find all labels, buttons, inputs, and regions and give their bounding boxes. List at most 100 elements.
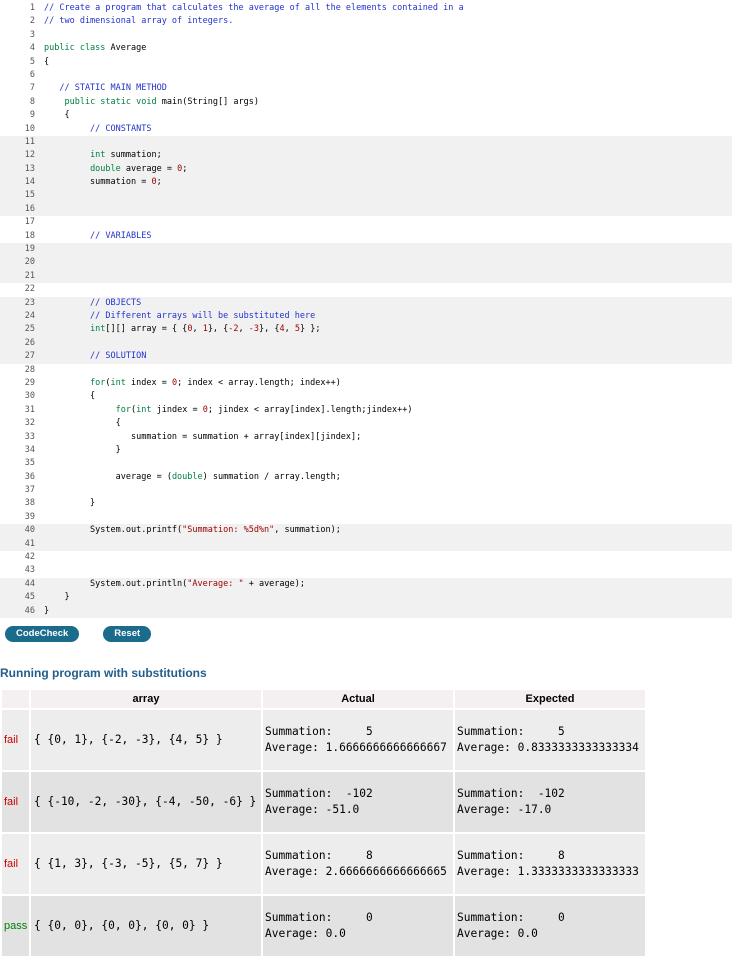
editable-code-line[interactable]: 45 } (0, 591, 732, 605)
array-value: { {-10, -2, -30}, {-4, -50, -6} } (31, 771, 261, 832)
code-line: 42 (0, 551, 732, 564)
code-text: // Different arrays will be substituted … (44, 310, 316, 321)
code-text: average = (double) summation / array.len… (44, 471, 341, 482)
line-number: 19 (24, 244, 35, 255)
code-text: { (44, 56, 50, 67)
code-line: 1 // Create a program that calculates the… (0, 2, 732, 15)
code-line: 18 // VARIABLES (0, 230, 732, 243)
column-header-expected: Expected (455, 689, 645, 708)
codecheck-page: 1 // Create a program that calculates the… (0, 0, 732, 958)
code-line: 9 { (0, 109, 732, 122)
code-line: 22 (0, 283, 732, 296)
code-line: 43 (0, 564, 732, 577)
line-number: 39 (24, 511, 35, 522)
line-number: 27 (24, 351, 35, 362)
code-text: } (44, 444, 121, 455)
line-number: 29 (24, 377, 35, 388)
code-line: 17 (0, 216, 732, 229)
line-number: 6 (29, 69, 35, 80)
line-number: 40 (24, 525, 35, 536)
column-header-status (2, 689, 29, 708)
line-number: 16 (24, 203, 35, 214)
code-text: // Create a program that calculates the … (44, 3, 464, 13)
output-line: Average: 0.0 (457, 926, 538, 940)
editable-code-line[interactable]: 20 (0, 256, 732, 270)
line-number: 24 (24, 310, 35, 321)
code-text: double average = 0; (90, 163, 188, 174)
reset-button[interactable]: Reset (103, 625, 152, 642)
editable-code-line[interactable]: 16 (0, 202, 732, 217)
editable-code-line[interactable]: 26 (0, 336, 732, 351)
codecheck-button[interactable]: CodeCheck (5, 625, 80, 642)
line-number: 23 (24, 297, 35, 308)
code-line: 6 (0, 69, 732, 82)
array-value: { {0, 1}, {-2, -3}, {4, 5} } (31, 709, 261, 770)
code-line: 29 for(int index = 0; index < array.leng… (0, 377, 732, 390)
results-table-head: array Actual Expected (2, 689, 645, 708)
code-line: 34 } (0, 444, 732, 457)
editable-code-line[interactable]: 12 int summation; (0, 149, 732, 163)
editable-code-line[interactable]: 19 (0, 243, 732, 257)
editable-code-line[interactable]: 27 // SOLUTION (0, 350, 732, 364)
editable-code-line[interactable]: 44 System.out.println("Average: " + aver… (0, 577, 732, 592)
line-number: 26 (24, 337, 35, 348)
code-text: public static void main(String[] args) (64, 96, 259, 107)
code-line: 5{ (0, 56, 732, 69)
line-number: 15 (24, 190, 35, 201)
line-number: 21 (24, 270, 35, 281)
expected-output: Summation: -102 Average: -17.0 (455, 771, 645, 832)
status-badge: fail (2, 709, 29, 770)
status-badge: fail (2, 833, 29, 894)
code-editor: 1 // Create a program that calculates the… (0, 0, 732, 618)
output-line: Average: 2.6666666666666665 (265, 864, 447, 878)
code-text: } (44, 605, 50, 616)
editable-code-line[interactable]: 41 (0, 537, 732, 552)
line-number: 37 (24, 485, 35, 496)
actual-output: Summation: -102 Average: -51.0 (263, 771, 453, 832)
line-number: 7 (29, 83, 35, 94)
editable-code-line[interactable]: 15 (0, 189, 732, 203)
code-text: int[][] array = { {0, 1}, {-2, -3}, {4, … (90, 324, 321, 335)
editable-code-line[interactable]: 25 int[][] array = { {0, 1}, {-2, -3}, {… (0, 323, 732, 337)
line-number: 34 (24, 444, 35, 455)
status-badge: pass (2, 895, 29, 956)
code-text: // OBJECTS (44, 297, 142, 308)
code-line: 31 for(int jindex = 0; jindex < array[in… (0, 404, 732, 417)
line-number: 46 (24, 605, 35, 616)
editable-code-line[interactable]: 21 (0, 269, 732, 284)
editable-code-line[interactable]: 14 summation = 0; (0, 176, 732, 190)
results-table: array Actual Expected fail{ {0, 1}, {-2, -… (0, 688, 647, 958)
editable-code-line[interactable]: 24 // Different arrays will be substitut… (0, 309, 732, 324)
expected-output: Summation: 5 Average: 0.8333333333333334 (455, 709, 645, 770)
editable-code-line[interactable]: 46} (0, 604, 732, 618)
code-text: { (44, 418, 121, 429)
code-text: for(int index = 0; index < array.length;… (90, 377, 341, 388)
line-number: 17 (24, 217, 35, 228)
code-text: for(int jindex = 0; jindex < array[index… (115, 404, 413, 415)
output-line: Summation: 0 (457, 911, 565, 925)
code-text: // two dimensional array of integers. (44, 16, 234, 27)
editable-code-line[interactable]: 11 (0, 135, 732, 150)
line-number: 30 (24, 391, 35, 402)
result-row: fail{ {-10, -2, -30}, {-4, -50, -6} } Sum… (2, 771, 645, 832)
line-number: 36 (24, 471, 35, 482)
editable-code-line[interactable]: 40 System.out.printf("Summation: %5d%n",… (0, 524, 732, 538)
line-number: 9 (29, 110, 35, 121)
code-line: 4 public class Average (0, 42, 732, 55)
line-number: 14 (24, 177, 35, 188)
editable-code-line[interactable]: 13 double average = 0; (0, 162, 732, 177)
toolbar: CodeCheck Reset (5, 625, 732, 642)
line-number: 43 (24, 565, 35, 576)
code-text: { (44, 110, 70, 121)
code-line: 28 (0, 364, 732, 377)
line-number: 33 (24, 431, 35, 442)
line-number: 3 (29, 29, 35, 40)
editable-code-line[interactable]: 23 // OBJECTS (0, 296, 732, 310)
output-line: Summation: 8 (265, 849, 373, 863)
array-value: { {0, 0}, {0, 0}, {0, 0} } (31, 895, 261, 956)
